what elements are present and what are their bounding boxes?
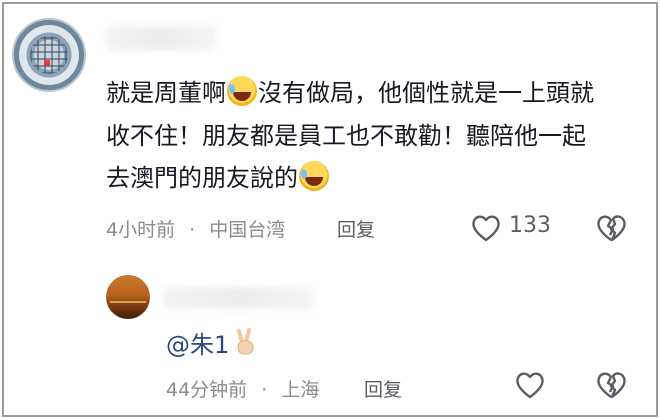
- heart-outline-icon[interactable]: [470, 213, 502, 243]
- meta-separator: ·: [261, 379, 268, 401]
- laughing-tears-emoji-icon: [299, 161, 329, 191]
- victory-hand-icon: [237, 328, 254, 355]
- avatar-pattern: [30, 36, 68, 74]
- broken-heart-icon[interactable]: [594, 370, 628, 400]
- comment-text-line-3: 去澳門的朋友說的: [106, 159, 330, 198]
- like-count: 133: [509, 213, 551, 238]
- replier-avatar[interactable]: [106, 275, 150, 319]
- replier-name-redacted[interactable]: [164, 287, 314, 309]
- comment-text-line-2: 收不住！朋友都是員工也不敢勸！聽陪他一起: [106, 117, 586, 156]
- commenter-avatar[interactable]: [12, 18, 86, 92]
- commenter-name-redacted[interactable]: [106, 26, 216, 50]
- comment-text-line-1: 就是周董啊 沒有做局，他個性就是一上頭就: [106, 74, 594, 113]
- reply-text: @朱1: [166, 325, 258, 360]
- comment-location: 中国台湾: [209, 219, 286, 241]
- avatar-horizon: [110, 301, 146, 303]
- reply-button[interactable]: 回复: [364, 375, 402, 402]
- reply-meta: 44分钟前 · 上海: [166, 375, 319, 402]
- reply-time: 44分钟前: [166, 379, 248, 401]
- comment-meta: 4小时前 · 中国台湾: [106, 215, 285, 242]
- heart-outline-icon[interactable]: [514, 370, 546, 400]
- mention-link[interactable]: @朱1: [166, 331, 229, 359]
- comment-time: 4小时前: [106, 219, 176, 241]
- reply-button[interactable]: 回复: [337, 215, 375, 242]
- comment-text-segment: 沒有做局，他個性就是一上頭就: [258, 79, 594, 107]
- reply-location: 上海: [281, 379, 320, 401]
- broken-heart-icon[interactable]: [594, 213, 628, 243]
- comment-panel: 就是周董啊 沒有做局，他個性就是一上頭就 收不住！朋友都是員工也不敢勸！聽陪他一起…: [2, 2, 658, 417]
- comment-text-segment: 去澳門的朋友說的: [106, 164, 298, 192]
- avatar-marker: [44, 60, 50, 66]
- meta-separator: ·: [189, 219, 196, 241]
- comment-text-segment: 收不住！朋友都是員工也不敢勸！聽陪他一起: [106, 122, 586, 150]
- sweat-smile-emoji-icon: [227, 76, 257, 106]
- comment-text-segment: 就是周董啊: [106, 79, 226, 107]
